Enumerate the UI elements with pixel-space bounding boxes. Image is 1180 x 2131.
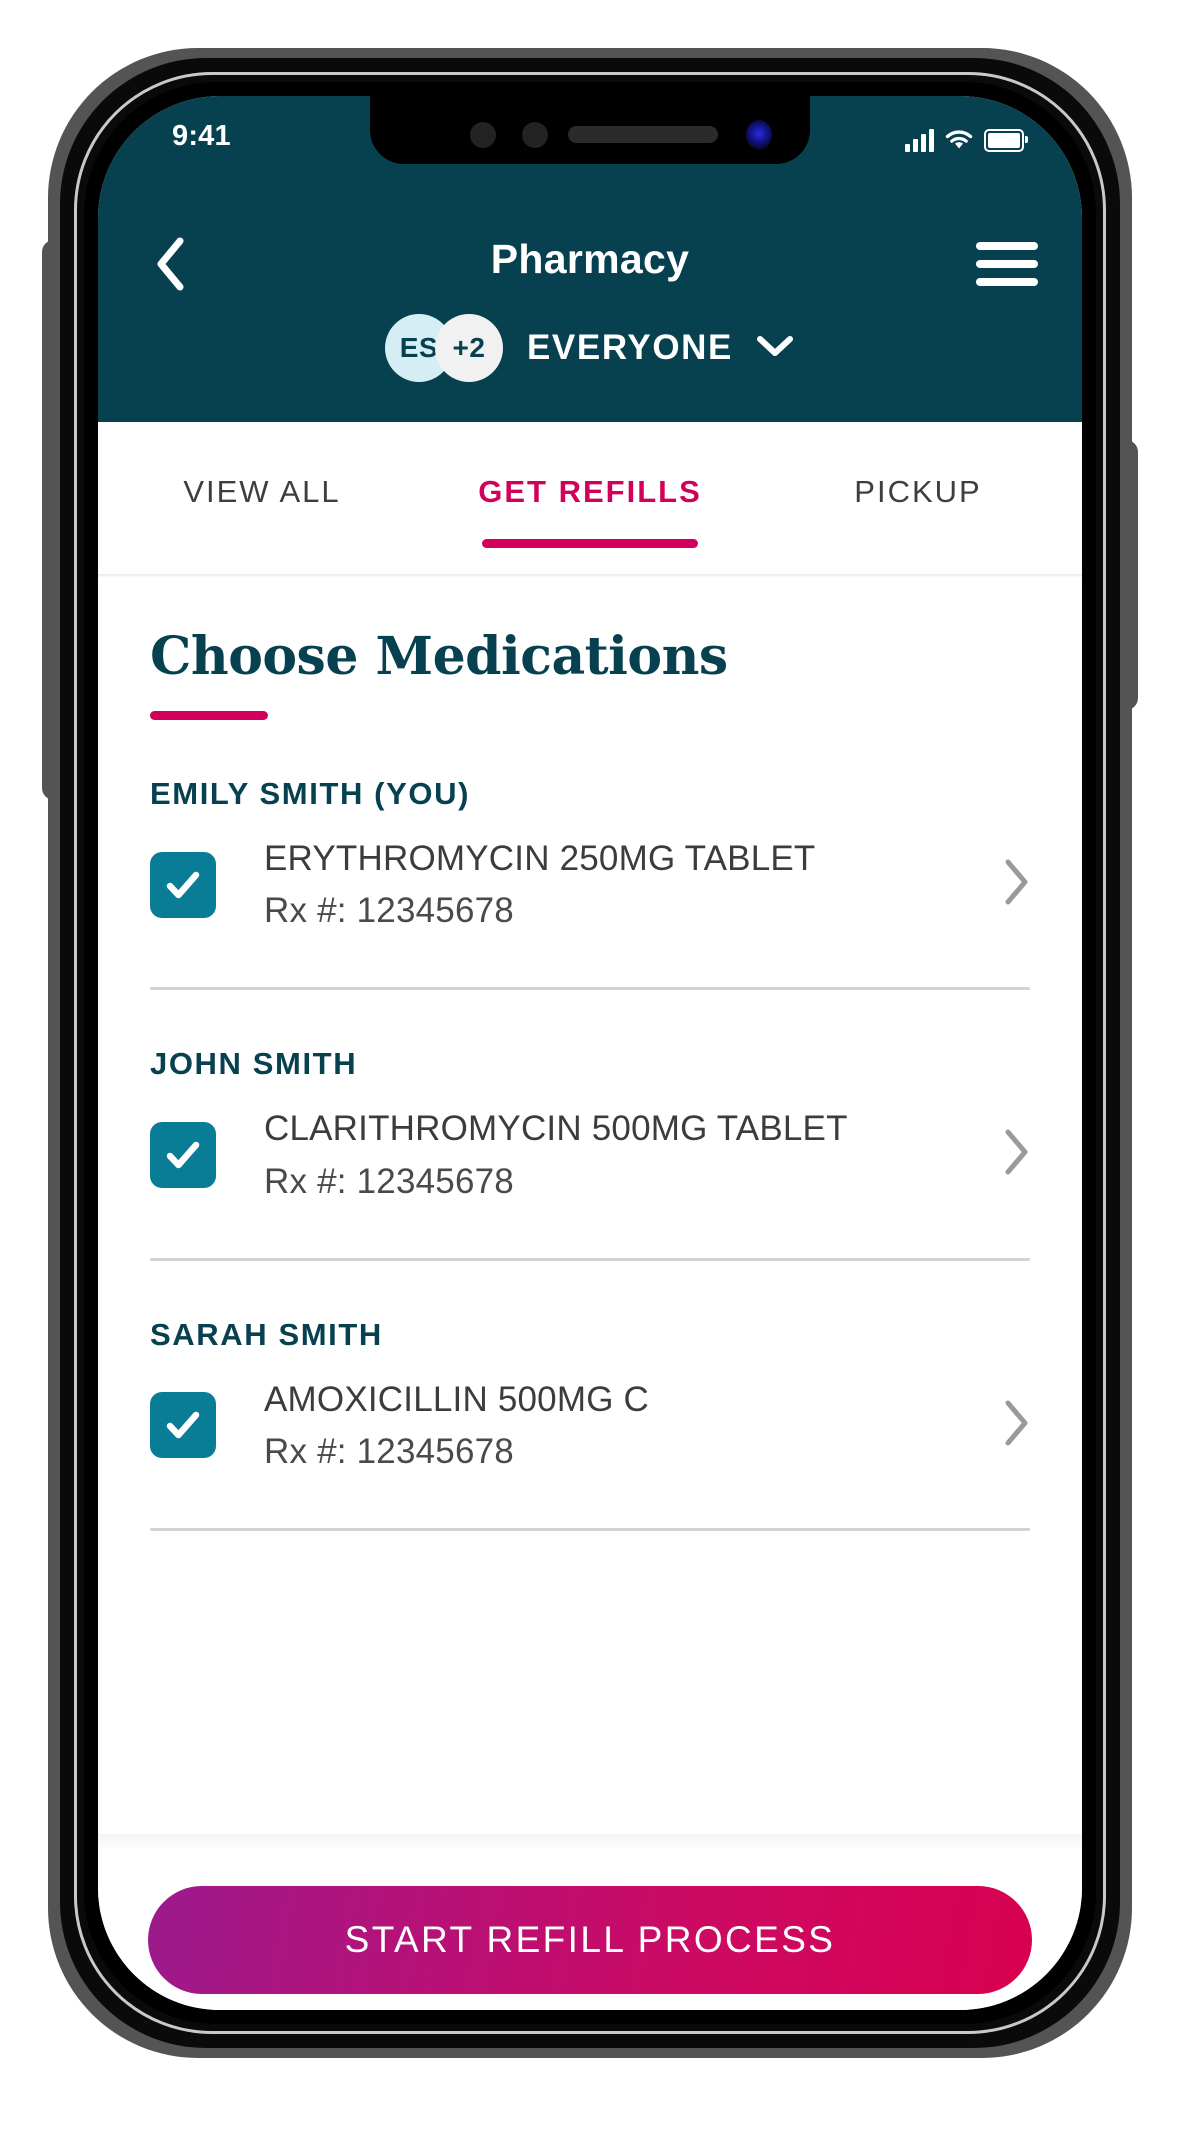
chevron-down-icon [755,334,795,363]
avatar-overflow-count: +2 [434,314,503,382]
status-bar: 9:41 [98,96,1082,180]
tab-pickup[interactable]: PICKUP [754,422,1082,510]
status-icons [905,122,1028,152]
medication-rx-number: Rx #: 12345678 [264,1161,514,1201]
medication-row[interactable]: CLARITHROMYCIN 500MG TABLET Rx #: 123456… [98,1082,1082,1227]
status-time: 9:41 [172,120,231,152]
row-divider [150,1257,1030,1261]
checkmark-icon [166,1141,200,1169]
medication-text: ERYTHROMYCIN 250MG TABLET Rx #: 12345678 [264,838,986,931]
tab-label: VIEW ALL [183,474,341,509]
start-refill-process-button[interactable]: START REFILL PROCESS [148,1886,1032,1994]
wifi-icon [945,130,973,149]
earpiece-speaker [568,126,718,143]
notch [370,96,810,164]
tab-view-all[interactable]: VIEW ALL [98,422,426,510]
person-heading: EMILY SMITH (YOU) [150,776,471,811]
heading-accent-rule [150,711,268,720]
phone-screen: 9:41 Pharmacy ES +2 EVERYONE VIEW ALL GE… [98,96,1082,2010]
battery-icon [984,129,1028,152]
family-selector[interactable]: ES +2 EVERYONE [98,314,1082,382]
sensor-dot-icon [522,122,548,148]
medication-checkbox[interactable] [150,1392,216,1459]
medication-row[interactable]: AMOXICILLIN 500MG C Rx #: 12345678 [98,1353,1082,1498]
screenshot-root: 9:41 Pharmacy ES +2 EVERYONE VIEW ALL GE… [0,0,1180,2131]
footer-bar: START REFILL PROCESS [98,1834,1082,2010]
tab-bar-shadow [98,574,1082,578]
chevron-right-icon[interactable] [1002,1399,1030,1452]
medication-text: AMOXICILLIN 500MG C Rx #: 12345678 [264,1379,986,1472]
chevron-right-icon[interactable] [1002,1128,1030,1181]
page-title: Pharmacy [490,236,690,282]
active-tab-indicator [481,539,699,548]
person-heading: JOHN SMITH [150,1046,358,1082]
person-heading: SARAH SMITH [150,1316,383,1352]
tab-label: GET REFILLS [478,474,702,509]
hamburger-menu-icon[interactable] [976,236,1038,292]
sensor-dot-icon [470,122,496,148]
medication-rx-number: Rx #: 12345678 [264,1431,514,1471]
row-divider [150,1527,1030,1531]
family-selector-label: EVERYONE [526,328,733,367]
medication-name: CLARITHROMYCIN 500MG TABLET [264,1109,848,1149]
medication-checkbox[interactable] [150,851,216,918]
medication-name: ERYTHROMYCIN 250MG TABLET [264,839,816,878]
footer-shadow [98,1834,1082,1850]
medication-checkbox[interactable] [150,1121,216,1188]
row-divider [150,987,1030,991]
medication-text: CLARITHROMYCIN 500MG TABLET Rx #: 123456… [264,1108,986,1201]
checkmark-icon [166,1411,200,1439]
tab-bar: VIEW ALL GET REFILLS PICKUP [98,422,1082,574]
medication-row[interactable]: ERYTHROMYCIN 250MG TABLET Rx #: 12345678 [98,812,1082,957]
checkmark-icon [166,871,200,898]
chevron-right-icon[interactable] [1002,858,1030,911]
medication-rx-number: Rx #: 12345678 [264,891,514,931]
tab-get-refills[interactable]: GET REFILLS [426,422,754,548]
front-camera-icon [746,120,772,150]
signal-bars-icon [905,128,934,152]
avatar-group: ES +2 [384,314,503,382]
app-header: Pharmacy ES +2 EVERYONE [98,180,1082,422]
tab-label: PICKUP [854,474,982,509]
content-area: Choose Medications EMILY SMITH (YOU) ERY… [98,626,1082,1850]
section-heading: Choose Medications [150,626,728,687]
medication-name: AMOXICILLIN 500MG C [264,1379,650,1419]
